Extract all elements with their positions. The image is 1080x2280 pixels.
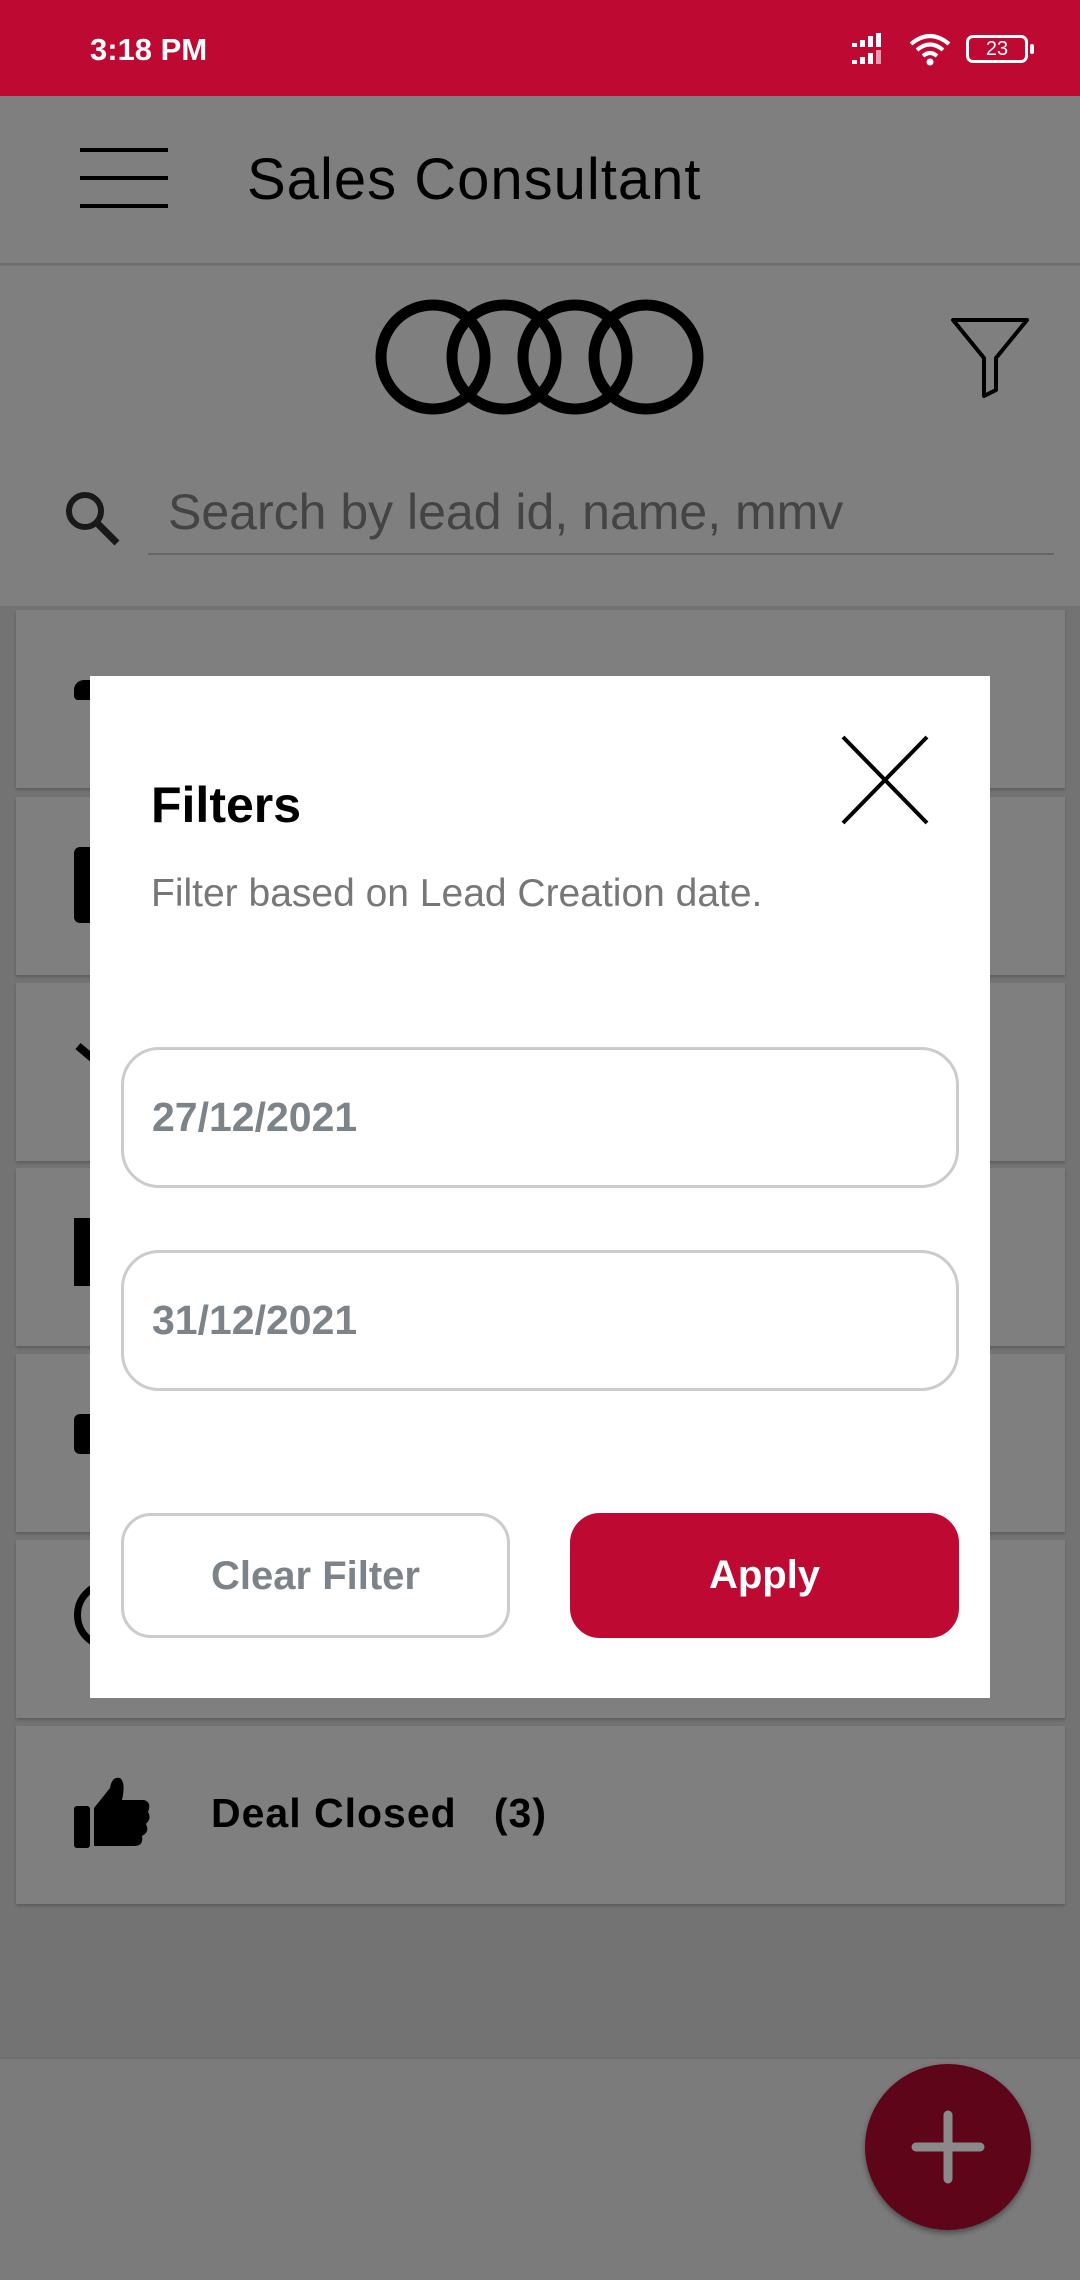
clear-filter-button[interactable]: Clear Filter [121,1513,510,1638]
close-icon[interactable] [840,734,930,826]
dialog-subtitle: Filter based on Lead Creation date. [151,872,763,915]
status-time: 3:18 PM [90,32,208,67]
signal-icon [852,33,881,64]
to-date-field[interactable]: 31/12/2021 [121,1250,959,1391]
add-lead-button[interactable] [865,2064,1031,2230]
filter-dialog: Filters Filter based on Lead Creation da… [90,676,990,1698]
apply-button[interactable]: Apply [570,1513,959,1638]
wifi-icon [909,34,951,66]
plus-icon [911,2110,985,2184]
battery-level: 23 [985,38,1009,60]
battery-icon: 23 [966,35,1034,63]
dialog-title: Filters [151,777,302,833]
status-bar: 3:18 PM 23 [0,0,1080,96]
from-date-field[interactable]: 27/12/2021 [121,1047,959,1188]
